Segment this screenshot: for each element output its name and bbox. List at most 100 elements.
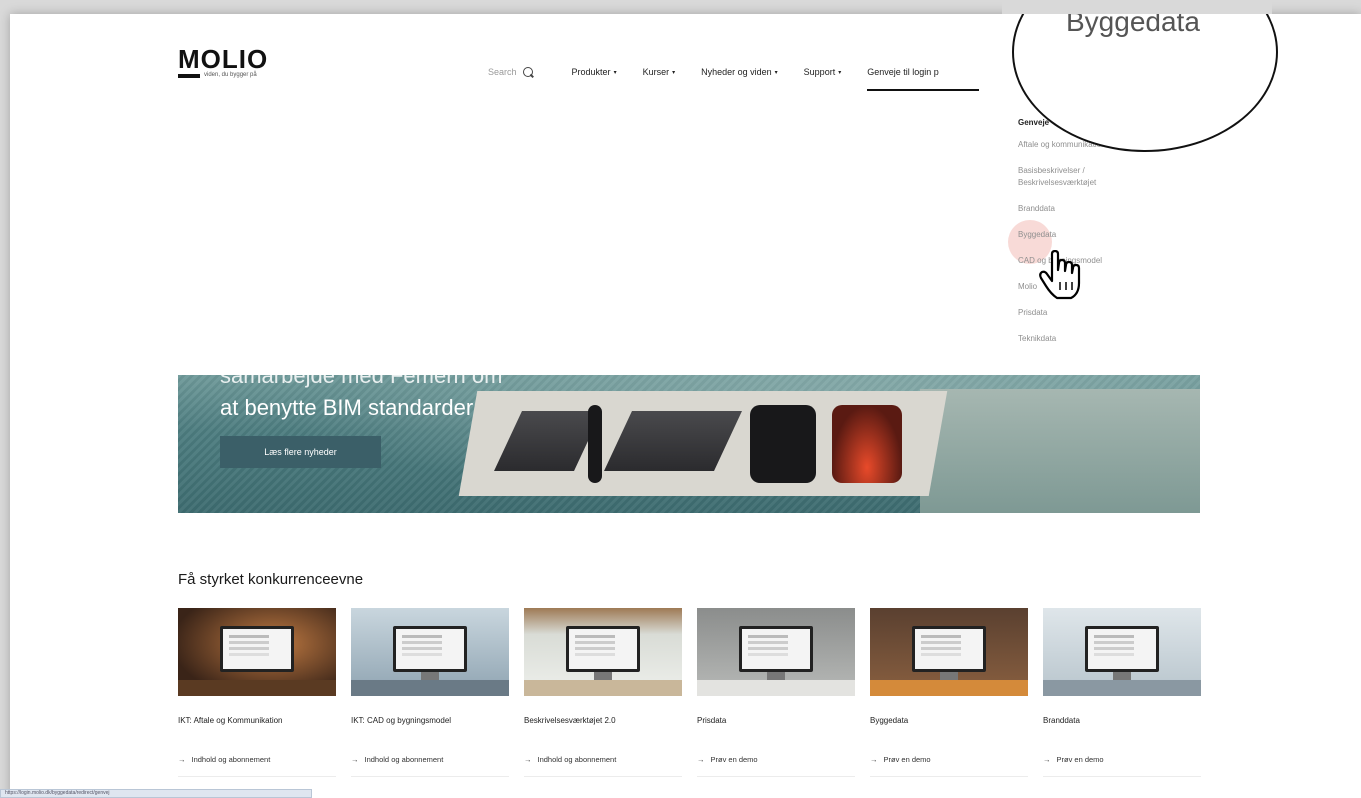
nav-kurser[interactable]: Kurser ▾ [643, 67, 676, 77]
nav-produkter[interactable]: Produkter ▾ [572, 67, 617, 77]
product-title[interactable]: Beskrivelsesværktøjet 2.0 [524, 716, 682, 725]
section-title: Få styrket konkurrenceevne [178, 571, 364, 588]
chevron-down-icon: ▾ [613, 69, 617, 76]
dropdown-item-basisbeskrivelser[interactable]: Basisbeskrivelser / Beskrivelsesværktøje… [1018, 165, 1128, 189]
hero-title-line2: at benytte BIM standarder [220, 395, 474, 420]
product-link-label: Prøv en demo [883, 755, 931, 764]
chevron-down-icon: ▾ [672, 69, 676, 76]
logo-wordmark: MOLIO [178, 44, 269, 74]
arrow-right-icon: → [524, 755, 532, 764]
product-title[interactable]: Byggedata [870, 716, 1028, 725]
desk [1043, 680, 1201, 696]
product-card[interactable]: Branddata → Prøv en demo [1043, 608, 1201, 777]
monitor-screen [1085, 626, 1159, 672]
divider [697, 776, 855, 777]
product-title[interactable]: IKT: CAD og bygningsmodel [351, 716, 509, 725]
hero-banner: samarbejde med Femern om at benytte BIM … [178, 375, 1200, 513]
dropdown-item-byggedata[interactable]: Byggedata [1018, 229, 1158, 241]
desk [697, 680, 855, 696]
product-link-label: Prøv en demo [710, 755, 758, 764]
product-card[interactable]: Beskrivelsesværktøjet 2.0 → Indhold og ab… [524, 608, 682, 777]
divider [178, 776, 336, 777]
product-card[interactable]: Byggedata → Prøv en demo [870, 608, 1028, 777]
product-link-label: Indhold og abonnement [537, 755, 617, 764]
dropdown-item-prisdata[interactable]: Prisdata [1018, 307, 1158, 319]
search-label: Search [488, 67, 517, 77]
hero-seafloor-image [920, 389, 1200, 513]
product-thumbnail[interactable] [351, 608, 509, 696]
monitor-stand [1113, 672, 1131, 680]
laptop-screen [220, 626, 294, 672]
dropdown-item-teknikdata[interactable]: Teknikdata [1018, 333, 1158, 345]
browser-viewport: MOLIO viden, du bygger på Search Produkt… [10, 14, 1361, 798]
product-link[interactable]: → Prøv en demo [697, 755, 855, 764]
arrow-right-icon: → [697, 755, 705, 764]
desk [524, 680, 682, 696]
product-link[interactable]: → Indhold og abonnement [178, 755, 336, 764]
divider [351, 776, 509, 777]
main-nav: Search Produkter ▾ Kurser ▾ Nyheder og v… [488, 62, 979, 91]
divider [870, 776, 1028, 777]
monitor-stand [767, 672, 785, 680]
desk [178, 680, 336, 696]
nav-label: Support [803, 67, 836, 77]
product-thumbnail[interactable] [1043, 608, 1201, 696]
tunnel-illustration [458, 381, 948, 506]
dropdown-item-branddata[interactable]: Branddata [1018, 203, 1158, 215]
nav-label: Produkter [571, 67, 611, 77]
product-title[interactable]: Branddata [1043, 716, 1201, 725]
product-link[interactable]: → Prøv en demo [1043, 755, 1201, 764]
product-card[interactable]: IKT: Aftale og Kommunikation → Indhold og… [178, 608, 336, 777]
tunnel-divider [588, 405, 602, 483]
desk [870, 680, 1028, 696]
desk [351, 680, 509, 696]
arrow-right-icon: → [870, 755, 878, 764]
logo-tagline: viden, du bygger på [204, 72, 257, 78]
monitor-stand [594, 672, 612, 680]
nav-label: Kurser [642, 67, 670, 77]
search-button[interactable]: Search [488, 66, 534, 78]
logo-bar [178, 74, 200, 78]
molio-logo[interactable]: MOLIO viden, du bygger på [178, 44, 288, 84]
read-more-news-button[interactable]: Læs flere nyheder [220, 436, 381, 468]
product-link[interactable]: → Indhold og abonnement [524, 755, 682, 764]
divider [1043, 776, 1201, 777]
arrow-right-icon: → [1043, 755, 1051, 764]
tunnel-tube [832, 405, 902, 483]
nav-support[interactable]: Support ▾ [804, 67, 842, 77]
genveje-dropdown: Genveje Aftale og kommunikation Basisbes… [1018, 118, 1158, 359]
product-thumbnail[interactable] [524, 608, 682, 696]
search-icon [522, 66, 534, 78]
monitor-screen [566, 626, 640, 672]
nav-genveje-til-login[interactable]: Genveje til login p [867, 67, 979, 91]
product-link-label: Prøv en demo [1056, 755, 1104, 764]
product-thumbnail[interactable] [697, 608, 855, 696]
product-card[interactable]: IKT: CAD og bygningsmodel → Indhold og ab… [351, 608, 509, 777]
divider [524, 776, 682, 777]
monitor-screen [912, 626, 986, 672]
product-cards: IKT: Aftale og Kommunikation → Indhold og… [178, 608, 1201, 777]
product-link-label: Indhold og abonnement [364, 755, 444, 764]
product-link[interactable]: → Indhold og abonnement [351, 755, 509, 764]
product-link[interactable]: → Prøv en demo [870, 755, 1028, 764]
nav-nyheder-og-viden[interactable]: Nyheder og viden ▾ [701, 67, 778, 77]
monitor-stand [421, 672, 439, 680]
monitor-screen [393, 626, 467, 672]
monitor-screen [739, 626, 813, 672]
product-title[interactable]: IKT: Aftale og Kommunikation [178, 716, 336, 725]
tunnel-tube [750, 405, 816, 483]
nav-label: Nyheder og viden [701, 67, 772, 77]
hero-title-line1: samarbejde med Femern om [220, 375, 503, 388]
arrow-right-icon: → [351, 755, 359, 764]
chevron-down-icon: ▾ [774, 69, 778, 76]
product-thumbnail[interactable] [870, 608, 1028, 696]
product-card[interactable]: Prisdata → Prøv en demo [697, 608, 855, 777]
product-link-label: Indhold og abonnement [191, 755, 271, 764]
link-status-bar: https://login.molio.dk/byggedata/redirec… [0, 789, 312, 798]
arrow-right-icon: → [178, 755, 186, 764]
chevron-down-icon: ▾ [838, 69, 842, 76]
product-thumbnail[interactable] [178, 608, 336, 696]
screen-edge [1002, 0, 1272, 14]
product-title[interactable]: Prisdata [697, 716, 855, 725]
magnified-label: Byggedata [1066, 14, 1200, 37]
